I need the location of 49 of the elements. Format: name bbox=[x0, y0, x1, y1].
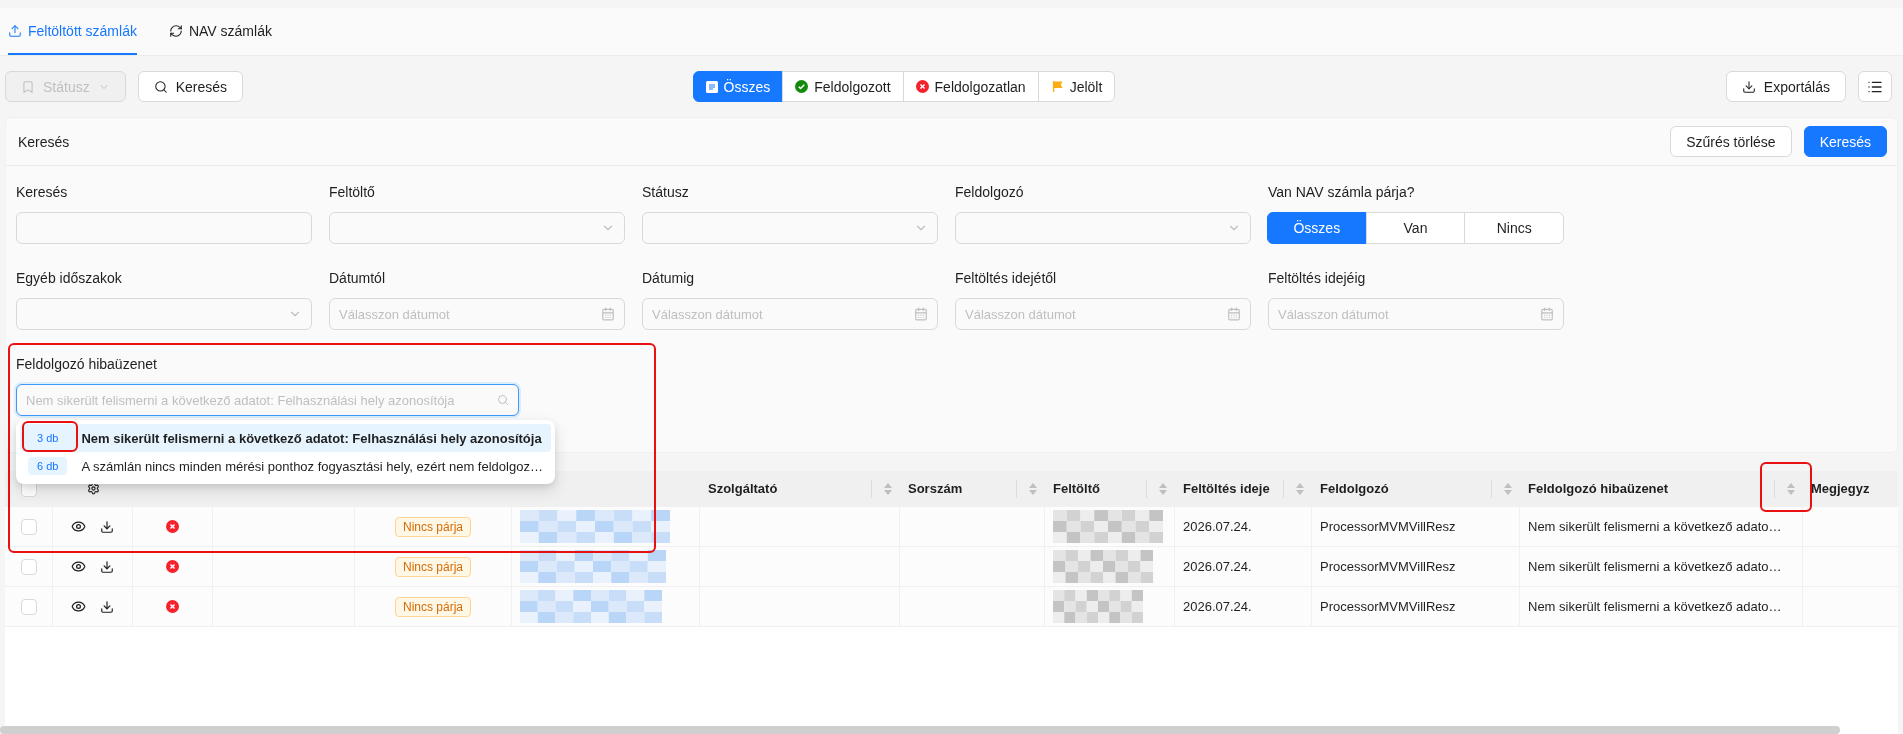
search-button[interactable]: Keresés bbox=[1803, 126, 1887, 157]
table-cell: ProcessorMVMVillResz bbox=[1312, 547, 1520, 587]
field-label: Keresés bbox=[16, 184, 69, 200]
table-cell: Nem sikerült felismerni a következő adato… bbox=[1520, 507, 1803, 547]
filter-segment[interactable]: Jelölt bbox=[1037, 71, 1116, 102]
status-tag: Nincs párja bbox=[395, 596, 471, 617]
table-cell: 2026.07.24. bbox=[1175, 547, 1312, 587]
field-label: Van NAV számla párja? bbox=[1268, 184, 1416, 200]
search-toggle-button[interactable]: Keresés bbox=[137, 71, 244, 102]
field-label: Státusz bbox=[642, 184, 690, 200]
column-header[interactable]: Feltöltés ideje bbox=[1175, 471, 1312, 507]
tab[interactable]: Feltöltött számlák bbox=[8, 8, 137, 55]
field-label: Feldolgozó hibaüzenet bbox=[16, 356, 158, 372]
filter-segment[interactable]: Összes bbox=[692, 71, 784, 102]
segment-option[interactable]: Összes bbox=[1267, 212, 1367, 244]
column-header[interactable]: Szolgáltató bbox=[700, 471, 900, 507]
table-cell: ProcessorMVMVillResz bbox=[1312, 507, 1520, 547]
dropdown-option[interactable]: 6 db A számlán nincs minden mérési ponthoz fogyasztási hely, ezért nem feldolgoz… bbox=[20, 452, 551, 480]
count-tag: 6 db bbox=[28, 457, 68, 475]
panel-title: Keresés bbox=[18, 133, 70, 150]
dropdown-option[interactable]: 3 db Nem sikerült felismerni a következő adatot: Felhasználási hely azonosítója bbox=[20, 424, 551, 452]
table-cell: ProcessorMVMVillResz bbox=[1312, 587, 1520, 627]
field-label: Egyéb időszakok bbox=[16, 270, 123, 286]
table-cell: 2026.07.24. bbox=[1175, 587, 1312, 627]
column-header[interactable]: Feldolgozó bbox=[1312, 471, 1520, 507]
field-label: Feldolgozó bbox=[955, 184, 1025, 200]
column-header[interactable]: Feltöltő bbox=[1045, 471, 1175, 507]
field-label: Dátumig bbox=[642, 270, 696, 286]
table-cell: Nem sikerült felismerni a következő adato… bbox=[1520, 547, 1803, 587]
filter-segment[interactable]: Feldolgozatlan bbox=[902, 71, 1039, 102]
table-cell: 2026.07.24. bbox=[1175, 507, 1312, 547]
segment-option[interactable]: Nincs bbox=[1464, 212, 1564, 244]
field-label: Dátumtól bbox=[329, 270, 387, 286]
field-label: Feltöltés idejéig bbox=[1268, 270, 1367, 286]
column-header[interactable]: Feldolgozó hibaüzenet bbox=[1520, 471, 1803, 507]
filter-segment[interactable]: Feldolgozott bbox=[782, 71, 904, 102]
field-label: Feltöltő bbox=[329, 184, 376, 200]
status-tag: Nincs párja bbox=[395, 516, 471, 537]
column-header[interactable]: Sorszám bbox=[900, 471, 1045, 507]
status-tag: Nincs párja bbox=[395, 556, 471, 577]
clear-filter-button[interactable]: Szűrés törlése bbox=[1670, 126, 1792, 157]
column-header: Megjegyz bbox=[1803, 471, 1898, 507]
option-text: A számlán nincs minden mérési ponthoz fogyasztási hely, ezért nem feldolgoz… bbox=[81, 458, 543, 474]
option-text: Nem sikerült felismerni a következő adatot: Felhasználási hely azonosítója bbox=[81, 430, 542, 446]
tab[interactable]: NAV számlák bbox=[168, 8, 272, 55]
table-cell: Nem sikerült felismerni a következő adato… bbox=[1520, 587, 1803, 627]
field-label: Feltöltés idejétől bbox=[955, 270, 1058, 286]
export-button[interactable]: Exportálás bbox=[1725, 71, 1846, 102]
segment-option[interactable]: Van bbox=[1365, 212, 1466, 244]
